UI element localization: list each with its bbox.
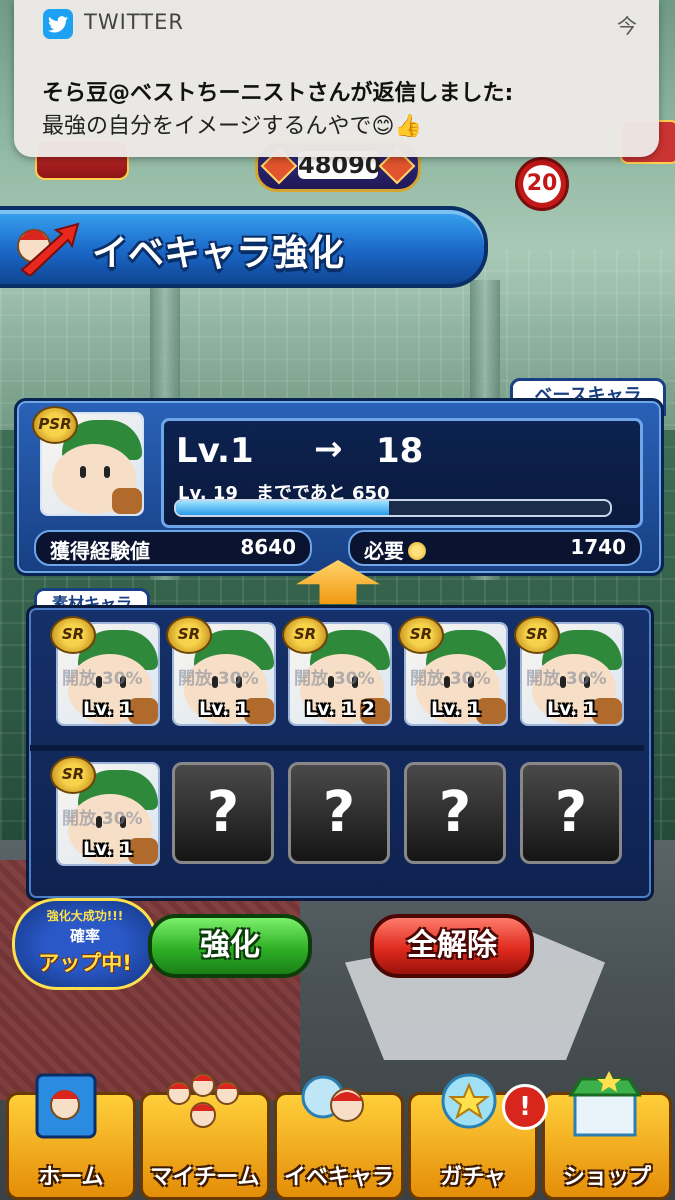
exp-gained-pill: 獲得経験値 8640	[34, 530, 312, 566]
notification-title: そら豆@ベストちーニストさんが返信しました:	[42, 81, 514, 106]
level-arrow: →	[314, 429, 343, 469]
sr-rank-badge: SR	[166, 616, 212, 654]
cost-pill: 必要 1740	[348, 530, 642, 566]
boost-line-2: 確率	[69, 927, 100, 945]
notification-time: 今	[617, 14, 637, 38]
level-preview-box: Lv.1 → 18 Lv. 19 までであと 650	[161, 418, 643, 528]
material-skill-text: 開放 30%	[294, 669, 375, 689]
nav-my-team-label: マイチーム	[150, 1165, 260, 1190]
coin-icon	[408, 542, 426, 560]
material-skill-text: 開放 30%	[526, 669, 607, 689]
push-notification[interactable]: TWITTER 今 そら豆@ベストちーニストさんが返信しました: 最強の自分をイ…	[14, 0, 659, 157]
twitter-bird-icon	[43, 9, 73, 39]
cost-value: 1740	[570, 535, 626, 559]
material-divider	[30, 745, 644, 751]
nav-event-character[interactable]: イベキャラ	[274, 1075, 404, 1200]
exp-gained-label: 獲得経験値	[50, 539, 150, 563]
screen-title: イベキャラ強化	[92, 233, 345, 274]
clear-all-button[interactable]: 全解除	[370, 914, 534, 978]
stamina-badge: 20	[515, 157, 569, 211]
empty-material-slot[interactable]: ?	[520, 762, 622, 864]
material-level-label: Lv. 1	[83, 698, 133, 720]
nav-shop-label: ショップ	[562, 1165, 651, 1190]
sr-rank-badge: SR	[282, 616, 328, 654]
boost-line-3: アップ中!	[38, 951, 132, 975]
team-players-icon	[167, 1073, 239, 1128]
home-book-icon	[35, 1073, 97, 1139]
cost-label: 必要	[364, 539, 404, 563]
nav-event-character-label: イベキャラ	[283, 1165, 394, 1190]
target-level: 18	[376, 431, 424, 471]
enhance-button[interactable]: 強化	[148, 914, 312, 978]
glove-icon	[112, 488, 142, 514]
material-level-label: Lv. 1	[83, 838, 133, 860]
bottom-navigation: ホーム マイチーム イベキャラ ガチャ ショップ	[0, 1066, 675, 1200]
exp-progress-bar	[174, 499, 612, 517]
sr-rank-badge: SR	[50, 756, 96, 794]
empty-material-slot[interactable]: ?	[404, 762, 506, 864]
shop-store-icon	[568, 1071, 642, 1137]
screen-title-banner: イベキャラ強化	[0, 206, 488, 288]
empty-material-slot[interactable]: ?	[172, 762, 274, 864]
event-character-icon	[301, 1075, 364, 1122]
gacha-alert-badge: !	[502, 1084, 548, 1130]
material-skill-text: 開放 30%	[62, 669, 143, 689]
nav-shop[interactable]: ショップ	[542, 1071, 672, 1200]
current-level: Lv.1	[176, 431, 254, 471]
sr-rank-badge: SR	[514, 616, 560, 654]
material-level-label: Lv. 1	[547, 698, 597, 720]
exp-progress-fill	[176, 501, 389, 515]
material-level-label: Lv. 1 2	[305, 698, 375, 720]
notification-app-name: TWITTER	[84, 10, 184, 34]
nav-gacha-label: ガチャ	[440, 1165, 506, 1190]
exp-gained-value: 8640	[240, 535, 296, 559]
sr-rank-badge: SR	[398, 616, 444, 654]
material-skill-text: 開放 30%	[410, 669, 491, 689]
success-rate-up-badge: 強化大成功!!! 確率 アップ中!	[12, 898, 158, 990]
nav-my-team[interactable]: マイチーム	[140, 1073, 270, 1200]
psr-rank-badge: PSR	[32, 406, 78, 444]
boost-line-1: 強化大成功!!!	[46, 909, 124, 923]
material-level-label: Lv. 1	[431, 698, 481, 720]
sr-rank-badge: SR	[50, 616, 96, 654]
material-skill-text: 開放 30%	[62, 809, 143, 829]
gacha-ball-icon	[441, 1073, 497, 1129]
material-skill-text: 開放 30%	[178, 669, 259, 689]
empty-material-slot[interactable]: ?	[288, 762, 390, 864]
nav-home[interactable]: ホーム	[6, 1073, 136, 1200]
notification-body: 最強の自分をイメージするんやで😊👍	[42, 114, 422, 139]
power-up-arrow-icon	[17, 222, 80, 276]
material-level-label: Lv. 1	[199, 698, 249, 720]
nav-home-label: ホーム	[38, 1165, 104, 1190]
